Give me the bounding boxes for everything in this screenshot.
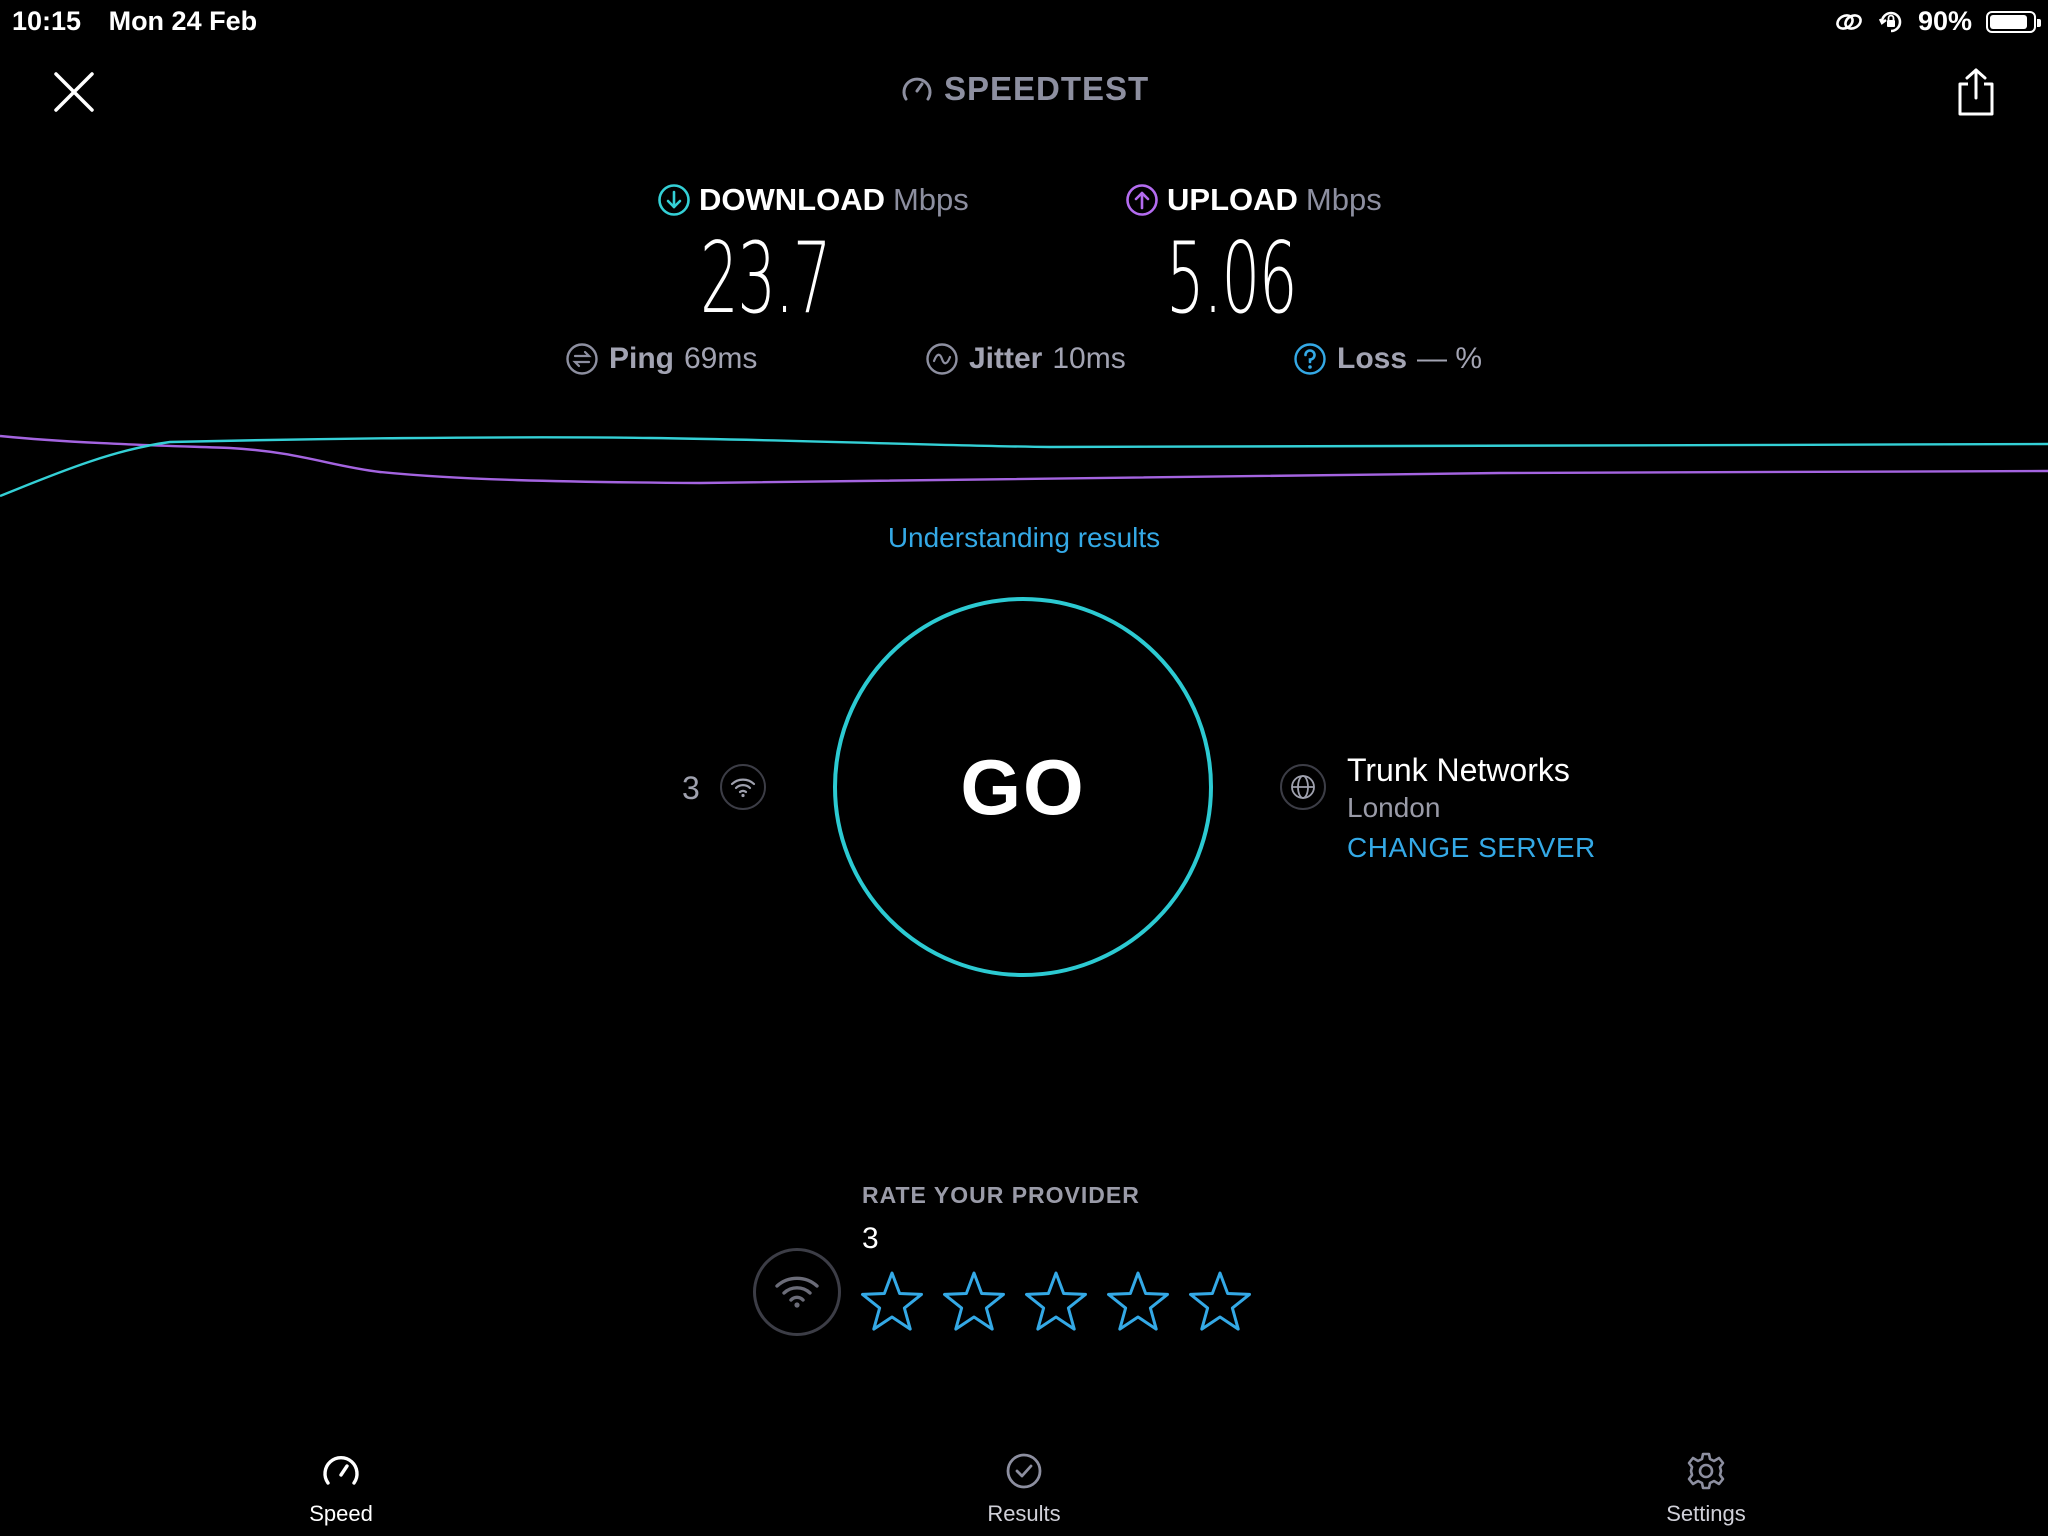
change-server-button[interactable]: CHANGE SERVER [1347, 832, 1596, 864]
wifi-icon [730, 778, 756, 798]
ping-metric: Ping 69ms [565, 342, 757, 376]
loss-label: Loss [1337, 342, 1408, 375]
tab-speed[interactable]: Speed [261, 1450, 421, 1527]
gauge-icon [902, 77, 932, 101]
status-bar-left: 10:15 Mon 24 Feb [12, 6, 277, 37]
server-name: Trunk Networks [1347, 752, 1570, 788]
download-header: DOWNLOAD Mbps [657, 182, 969, 218]
battery-nub [2037, 18, 2041, 27]
status-bar-right: 90% [1834, 6, 2041, 37]
globe-icon [1291, 775, 1315, 799]
wifi-connection-indicator[interactable] [720, 764, 766, 810]
understanding-results-link[interactable]: Understanding results [0, 522, 2048, 554]
rating-star-2[interactable] [940, 1268, 1008, 1336]
ping-icon [566, 343, 598, 375]
speed-graph [0, 434, 2048, 498]
link-icon [1836, 13, 1862, 30]
question-icon[interactable] [1293, 342, 1327, 376]
check-circle-icon [1006, 1453, 1042, 1489]
ping-value: 69ms [684, 342, 758, 375]
download-value: 23.7 [700, 222, 832, 336]
battery-fill [1990, 14, 2028, 29]
wifi-icon [775, 1276, 819, 1308]
go-label: GO [960, 742, 1086, 831]
tab-results-label: Results [987, 1501, 1061, 1526]
upload-label: UPLOAD [1167, 182, 1298, 217]
tab-settings-label: Settings [1666, 1501, 1746, 1526]
ping-label: Ping [609, 342, 674, 375]
status-time: 10:15 [12, 6, 82, 36]
status-date: Mon 24 Feb [108, 6, 258, 36]
download-graph-line [0, 436, 2048, 498]
jitter-metric: Jitter 10ms [925, 342, 1126, 376]
upload-graph-line [0, 434, 2048, 485]
tab-speed-label: Speed [309, 1501, 373, 1526]
upload-unit: Mbps [1305, 182, 1382, 217]
loss-metric[interactable]: Loss — % [1293, 342, 1482, 376]
jitter-label: Jitter [969, 342, 1043, 375]
speedometer-icon [323, 1455, 359, 1485]
tab-settings[interactable]: Settings [1626, 1450, 1786, 1527]
battery-icon [1986, 10, 2041, 33]
battery-percent: 90% [1917, 6, 1972, 36]
server-indicator [1280, 764, 1326, 810]
orientation-lock-icon [1878, 11, 1902, 32]
brand-name: SPEEDTEST [944, 70, 1150, 107]
upload-value: 5.06 [1166, 222, 1298, 336]
speedtest-logo: SPEEDTEST [900, 70, 1149, 108]
go-button[interactable]: GO [833, 597, 1213, 977]
rating-star-1[interactable] [858, 1268, 926, 1336]
jitter-icon [926, 343, 958, 375]
gear-icon [1687, 1452, 1725, 1490]
download-unit: Mbps [892, 182, 969, 217]
tab-results[interactable]: Results [944, 1450, 1104, 1527]
download-arrow-icon [658, 184, 690, 216]
rating-stars [858, 1268, 1254, 1336]
provider-wifi-badge [753, 1248, 841, 1336]
close-button[interactable] [50, 68, 98, 116]
server-location: London [1347, 792, 1441, 823]
rating-star-3[interactable] [1022, 1268, 1090, 1336]
connection-provider-count: 3 [682, 770, 700, 806]
rating-star-5[interactable] [1186, 1268, 1254, 1336]
share-button[interactable] [1954, 66, 1998, 118]
jitter-value: 10ms [1052, 342, 1126, 375]
upload-arrow-icon [1126, 184, 1158, 216]
download-label: DOWNLOAD [699, 182, 885, 217]
upload-header: UPLOAD Mbps [1125, 182, 1382, 218]
rate-provider-name: 3 [862, 1222, 879, 1255]
loss-value: — % [1417, 342, 1483, 375]
rating-star-4[interactable] [1104, 1268, 1172, 1336]
rate-provider-title: RATE YOUR PROVIDER [862, 1182, 1140, 1208]
